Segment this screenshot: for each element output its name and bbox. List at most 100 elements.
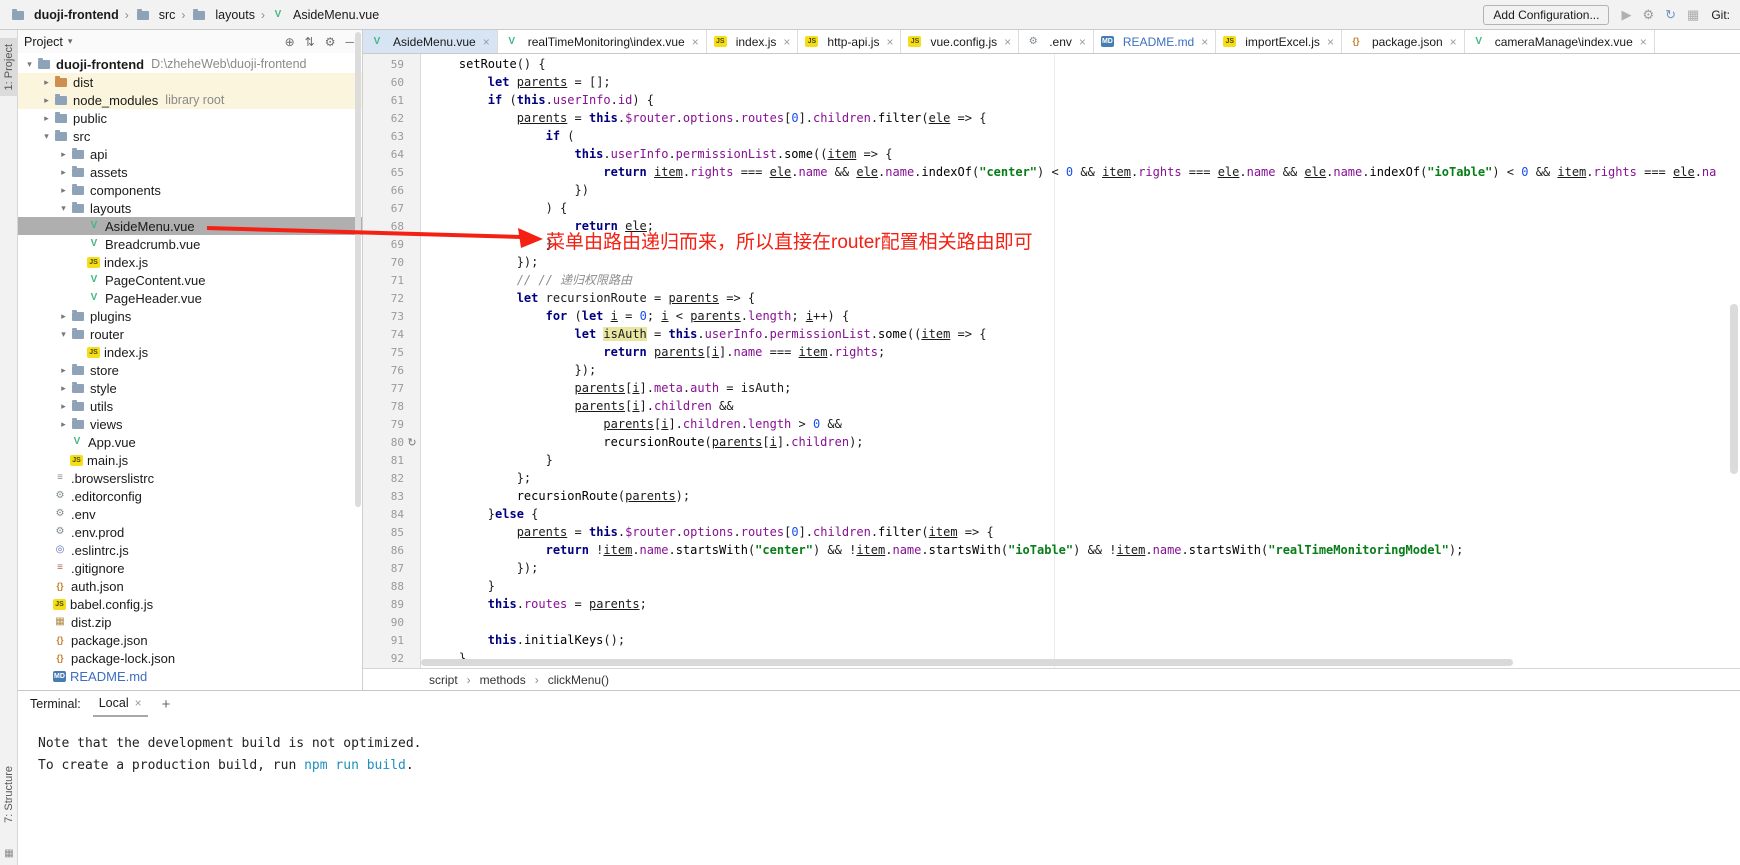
line-number[interactable]: 76 bbox=[363, 364, 404, 377]
line-number[interactable]: 61 bbox=[363, 94, 404, 107]
line-number[interactable]: 72 bbox=[363, 292, 404, 305]
editor-tab-realtimemonitoring-index-vue[interactable]: VrealTimeMonitoring\index.vue× bbox=[498, 30, 707, 53]
tree-item-breadcrumb-vue[interactable]: VBreadcrumb.vue bbox=[18, 235, 362, 253]
code-line-75[interactable]: return parents[i].name === item.rights; bbox=[430, 343, 1740, 361]
new-terminal-tab-icon[interactable]: + bbox=[162, 696, 171, 713]
line-number[interactable]: 90 bbox=[363, 616, 404, 629]
tree-item-router[interactable]: ▾router bbox=[18, 325, 362, 343]
line-number[interactable]: 60 bbox=[363, 76, 404, 89]
tree-item-style[interactable]: ▸style bbox=[18, 379, 362, 397]
tree-item-readme-md[interactable]: MDREADME.md bbox=[18, 667, 362, 685]
editor-tab-vue-config-js[interactable]: JSvue.config.js× bbox=[901, 30, 1019, 53]
editor-tab-http-api-js[interactable]: JShttp-api.js× bbox=[798, 30, 901, 53]
close-tab-icon[interactable]: × bbox=[886, 35, 893, 49]
line-number[interactable]: 70 bbox=[363, 256, 404, 269]
tree-item-utils[interactable]: ▸utils bbox=[18, 397, 362, 415]
tree-item-package-lock-json[interactable]: {}package-lock.json bbox=[18, 649, 362, 667]
tree-item-main-js[interactable]: JSmain.js bbox=[18, 451, 362, 469]
breadcrumb-item-src[interactable]: src bbox=[135, 8, 176, 22]
chevron-collapsed-icon[interactable]: ▸ bbox=[57, 401, 70, 412]
code-line-65[interactable]: return item.rights === ele.name && ele.n… bbox=[430, 163, 1740, 181]
tool-window-structure-button[interactable]: 7: Structure bbox=[0, 766, 18, 823]
line-number[interactable]: 69 bbox=[363, 238, 404, 251]
close-tab-icon[interactable]: × bbox=[1004, 35, 1011, 49]
line-number[interactable]: 88 bbox=[363, 580, 404, 593]
tree-item-babel-config-js[interactable]: JSbabel.config.js bbox=[18, 595, 362, 613]
code-line-78[interactable]: parents[i].children && bbox=[430, 397, 1740, 415]
tree-item-index-js[interactable]: JSindex.js bbox=[18, 253, 362, 271]
editor-tab-index-js[interactable]: JSindex.js× bbox=[707, 30, 799, 53]
chevron-collapsed-icon[interactable]: ▸ bbox=[57, 419, 70, 430]
code-line-86[interactable]: return !item.name.startsWith("center") &… bbox=[430, 541, 1740, 559]
line-number[interactable]: 59 bbox=[363, 58, 404, 71]
settings-icon[interactable]: ⚙ bbox=[1642, 8, 1654, 21]
close-tab-icon[interactable]: × bbox=[1640, 35, 1647, 49]
tool-window-project-button[interactable]: 1: Project bbox=[0, 38, 18, 96]
editor-breadcrumb-script[interactable]: script bbox=[429, 673, 458, 687]
settings-icon[interactable]: ⚙ bbox=[325, 36, 336, 48]
line-number[interactable]: 82 bbox=[363, 472, 404, 485]
chevron-collapsed-icon[interactable]: ▸ bbox=[57, 365, 70, 376]
code-line-59[interactable]: setRoute() { bbox=[430, 55, 1740, 73]
line-number[interactable]: 75 bbox=[363, 346, 404, 359]
line-number[interactable]: 86 bbox=[363, 544, 404, 557]
code-line-90[interactable] bbox=[430, 613, 1740, 631]
tree-item-dist[interactable]: ▸dist bbox=[18, 73, 362, 91]
run-icon[interactable]: ▶ bbox=[1621, 8, 1631, 21]
code-line-69[interactable]: } bbox=[430, 235, 1740, 253]
line-number[interactable]: 79 bbox=[363, 418, 404, 431]
code-line-70[interactable]: }); bbox=[430, 253, 1740, 271]
line-number[interactable]: 78 bbox=[363, 400, 404, 413]
tree-item-api[interactable]: ▸api bbox=[18, 145, 362, 163]
code-line-68[interactable]: return ele; bbox=[430, 217, 1740, 235]
line-number[interactable]: 84 bbox=[363, 508, 404, 521]
chevron-expanded-icon[interactable]: ▾ bbox=[23, 59, 36, 70]
line-number[interactable]: 85 bbox=[363, 526, 404, 539]
close-tab-icon[interactable]: × bbox=[1079, 35, 1086, 49]
close-tab-icon[interactable]: × bbox=[1201, 35, 1208, 49]
tree-item-package-json[interactable]: {}package.json bbox=[18, 631, 362, 649]
line-number[interactable]: 81 bbox=[363, 454, 404, 467]
line-number[interactable]: 73 bbox=[363, 310, 404, 323]
collapse-all-icon[interactable]: ⇅ bbox=[305, 36, 315, 48]
tree-item-index-js[interactable]: JSindex.js bbox=[18, 343, 362, 361]
editor-tab-package-json[interactable]: {}package.json× bbox=[1342, 30, 1465, 53]
close-tab-icon[interactable]: × bbox=[783, 35, 790, 49]
tree-item-components[interactable]: ▸components bbox=[18, 181, 362, 199]
editor-breadcrumb-methods[interactable]: methods bbox=[480, 673, 526, 687]
tree-item-pageheader-vue[interactable]: VPageHeader.vue bbox=[18, 289, 362, 307]
hide-panel-icon[interactable]: ─ bbox=[345, 36, 354, 48]
code-line-87[interactable]: }); bbox=[430, 559, 1740, 577]
chevron-collapsed-icon[interactable]: ▸ bbox=[57, 311, 70, 322]
tool-window-grid-icon[interactable]: ▦ bbox=[0, 848, 18, 859]
tree-item-node-modules[interactable]: ▸node_moduleslibrary root bbox=[18, 91, 362, 109]
chevron-collapsed-icon[interactable]: ▸ bbox=[40, 95, 53, 106]
project-view-selector[interactable]: Project bbox=[24, 35, 63, 49]
tree-item-browserslistrc[interactable]: ≡.browserslistrc bbox=[18, 469, 362, 487]
chevron-collapsed-icon[interactable]: ▸ bbox=[40, 77, 53, 88]
tree-item-layouts[interactable]: ▾layouts bbox=[18, 199, 362, 217]
locate-icon[interactable]: ⊕ bbox=[285, 36, 295, 48]
code-line-60[interactable]: let parents = []; bbox=[430, 73, 1740, 91]
close-tab-icon[interactable]: × bbox=[692, 35, 699, 49]
terminal-tab-local[interactable]: Local × bbox=[93, 691, 148, 717]
code-line-73[interactable]: for (let i = 0; i < parents.length; i++)… bbox=[430, 307, 1740, 325]
tree-item-pagecontent-vue[interactable]: VPageContent.vue bbox=[18, 271, 362, 289]
code-line-77[interactable]: parents[i].meta.auth = isAuth; bbox=[430, 379, 1740, 397]
tree-item-duoji-frontend[interactable]: ▾duoji-frontendD:\zheheWeb\duoji-fronten… bbox=[18, 55, 362, 73]
code-line-89[interactable]: this.routes = parents; bbox=[430, 595, 1740, 613]
update-project-icon[interactable]: ↻ bbox=[1665, 8, 1676, 21]
code-line-88[interactable]: } bbox=[430, 577, 1740, 595]
tree-item-store[interactable]: ▸store bbox=[18, 361, 362, 379]
recursive-call-icon[interactable]: ↻ bbox=[404, 436, 420, 449]
code-line-61[interactable]: if (this.userInfo.id) { bbox=[430, 91, 1740, 109]
code-line-71[interactable]: // // 递归权限路由 bbox=[430, 271, 1740, 289]
tree-item-auth-json[interactable]: {}auth.json bbox=[18, 577, 362, 595]
chevron-expanded-icon[interactable]: ▾ bbox=[57, 329, 70, 340]
code-line-66[interactable]: }) bbox=[430, 181, 1740, 199]
code-line-91[interactable]: this.initialKeys(); bbox=[430, 631, 1740, 649]
editor-tab-env[interactable]: ⚙.env× bbox=[1019, 30, 1094, 53]
tree-item-public[interactable]: ▸public bbox=[18, 109, 362, 127]
editor-tab-importexcel-js[interactable]: JSimportExcel.js× bbox=[1216, 30, 1342, 53]
code-line-80[interactable]: recursionRoute(parents[i].children); bbox=[430, 433, 1740, 451]
